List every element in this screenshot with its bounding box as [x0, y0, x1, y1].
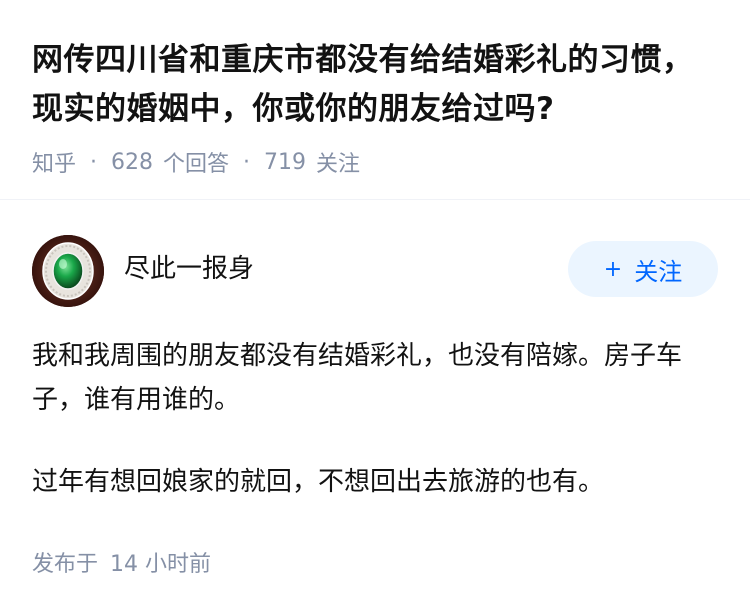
- answers-count: 628: [111, 149, 154, 175]
- answer-content: 我和我周围的朋友都没有结婚彩礼，也没有陪嫁。房子车子，谁有用谁的。 过年有想回娘…: [32, 334, 722, 504]
- avatar[interactable]: [32, 235, 104, 307]
- section-divider: [0, 199, 750, 200]
- answer-paragraph: 我和我周围的朋友都没有结婚彩礼，也没有陪嫁。房子车子，谁有用谁的。: [32, 341, 683, 415]
- question-meta: 知乎 · 628 个回答 · 719 关注: [32, 146, 722, 178]
- plus-icon: +: [603, 256, 623, 282]
- published-time: 发布于 14 小时前: [32, 548, 211, 582]
- follow-button[interactable]: + 关注: [568, 241, 718, 297]
- answers-label[interactable]: 个回答: [163, 146, 229, 178]
- author-row: 尽此一报身 + 关注: [32, 235, 718, 307]
- meta-separator: ·: [90, 149, 98, 175]
- question-title[interactable]: 网传四川省和重庆市都没有给结婚彩礼的习惯，现实的婚姻中，你或你的朋友给过吗?: [32, 36, 722, 134]
- emerald-ring-avatar-icon: [32, 235, 104, 307]
- followers-count: 719: [264, 149, 307, 175]
- followers-label[interactable]: 关注: [316, 146, 360, 178]
- answer-paragraph: 过年有想回娘家的就回，不想回出去旅游的也有。: [32, 467, 605, 497]
- meta-separator: ·: [243, 149, 251, 175]
- follow-label: 关注: [634, 257, 683, 286]
- published-time-value: 14 小时前: [110, 552, 212, 577]
- source-label[interactable]: 知乎: [32, 146, 76, 178]
- published-label: 发布于: [32, 552, 99, 577]
- author-name[interactable]: 尽此一报身: [124, 251, 254, 287]
- question-header: 网传四川省和重庆市都没有给结婚彩礼的习惯，现实的婚姻中，你或你的朋友给过吗? 知…: [32, 36, 722, 178]
